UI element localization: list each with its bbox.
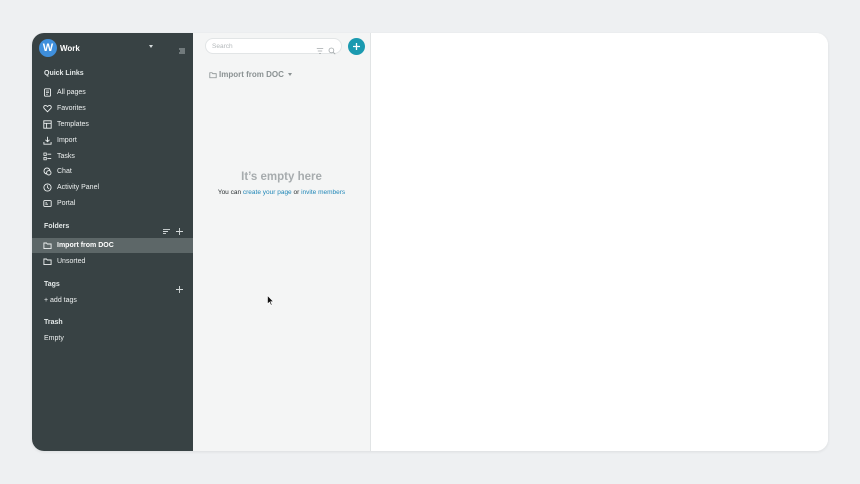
- heart-icon: [43, 104, 52, 113]
- add-tag-icon[interactable]: [175, 281, 184, 293]
- sidebar-folder-import-from-doc[interactable]: Import from DOC: [32, 238, 193, 253]
- empty-state-message: You can create your page or invite membe…: [193, 189, 370, 196]
- add-page-button[interactable]: [348, 38, 365, 55]
- clock-icon: [43, 183, 52, 192]
- folders-label: Folders: [44, 223, 70, 230]
- chevron-down-icon: [149, 45, 153, 48]
- sidebar-folder-unsorted[interactable]: Unsorted: [32, 254, 193, 269]
- workspace-switcher[interactable]: W Work: [39, 38, 187, 58]
- collapse-sidebar-icon[interactable]: [177, 43, 187, 54]
- workspace-avatar: W: [39, 39, 57, 57]
- empty-state-title: It’s empty here: [241, 171, 322, 183]
- current-folder-dropdown[interactable]: Import from DOC: [209, 70, 292, 79]
- add-tags-link[interactable]: + add tags: [44, 297, 77, 304]
- document-icon: [43, 88, 52, 97]
- sidebar-item-import[interactable]: Import: [32, 133, 193, 148]
- download-icon: [43, 136, 52, 145]
- sidebar-item-chat[interactable]: Chat: [32, 164, 193, 179]
- page-list-panel: Import from DOC It’s empty here You can …: [193, 33, 371, 451]
- create-page-link[interactable]: create your page: [243, 189, 292, 196]
- portal-icon: [43, 199, 52, 208]
- sidebar-item-templates[interactable]: Templates: [32, 117, 193, 132]
- search-box: [205, 38, 342, 55]
- folder-label: Unsorted: [57, 258, 86, 265]
- editor-panel: [371, 33, 828, 451]
- folder-icon: [43, 257, 52, 266]
- folder-icon: [209, 71, 217, 78]
- app-window: W Work Quick Links All pages Favorites T…: [32, 33, 828, 451]
- sidebar-item-all-pages[interactable]: All pages: [32, 85, 193, 100]
- filter-icon[interactable]: [316, 42, 324, 60]
- sidebar-item-portal[interactable]: Portal: [32, 196, 193, 211]
- sidebar-item-label: Tasks: [57, 153, 75, 160]
- sidebar-item-label: All pages: [57, 89, 86, 96]
- current-folder-title: Import from DOC: [219, 70, 284, 79]
- sidebar-item-label: Templates: [57, 121, 89, 128]
- add-folder-icon[interactable]: [175, 223, 184, 235]
- folder-label: Import from DOC: [57, 242, 114, 249]
- sidebar-item-label: Portal: [57, 200, 76, 207]
- sidebar-item-favorites[interactable]: Favorites: [32, 101, 193, 116]
- quick-links-label: Quick Links: [44, 70, 84, 77]
- sidebar-item-label: Chat: [57, 168, 72, 175]
- invite-members-link[interactable]: invite members: [301, 189, 345, 196]
- folder-icon: [43, 241, 52, 250]
- trash-status: Empty: [44, 335, 64, 342]
- sidebar-item-label: Import: [57, 137, 77, 144]
- tasks-icon: [43, 152, 52, 161]
- mouse-cursor-icon: [267, 295, 274, 306]
- templates-icon: [43, 120, 52, 129]
- sort-folders-icon[interactable]: [162, 223, 171, 235]
- tags-label: Tags: [44, 281, 60, 288]
- sidebar-item-tasks[interactable]: Tasks: [32, 149, 193, 164]
- chevron-down-icon: [287, 73, 292, 76]
- sidebar-item-label: Activity Panel: [57, 184, 100, 191]
- search-icon[interactable]: [328, 42, 336, 60]
- trash-label[interactable]: Trash: [44, 319, 63, 326]
- empty-or: or: [291, 189, 302, 196]
- empty-prefix: You can: [217, 189, 243, 196]
- sidebar-item-activity-panel[interactable]: Activity Panel: [32, 180, 193, 195]
- chat-icon: [43, 167, 52, 176]
- workspace-name: Work: [60, 43, 80, 53]
- plus-icon: [353, 43, 360, 50]
- sidebar-item-label: Favorites: [57, 105, 86, 112]
- sidebar: W Work Quick Links All pages Favorites T…: [32, 33, 193, 451]
- search-input[interactable]: [206, 42, 312, 50]
